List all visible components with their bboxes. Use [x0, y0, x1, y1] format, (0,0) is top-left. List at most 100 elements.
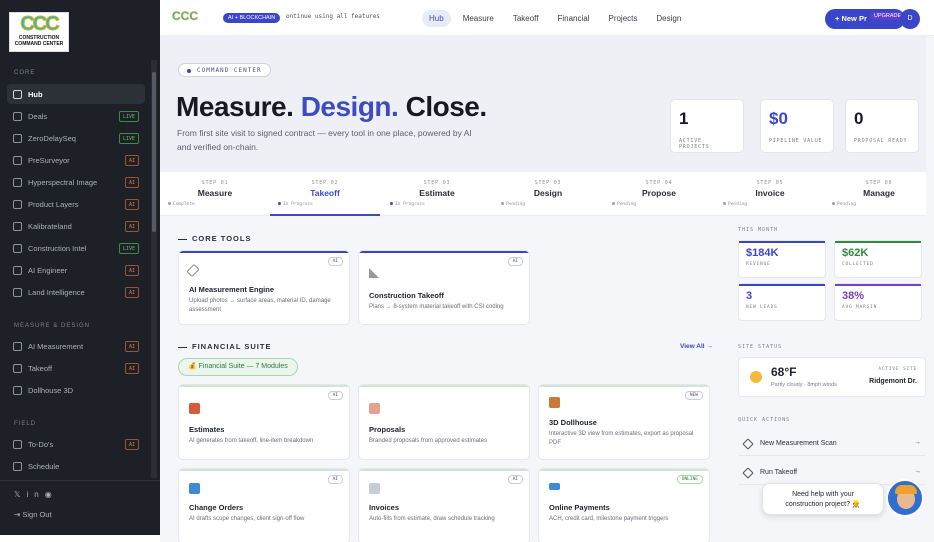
card-title: Invoices — [369, 503, 400, 512]
ai-tag: AI — [327, 475, 343, 484]
linkedin-icon[interactable]: in — [26, 490, 44, 499]
ai-tag: AI — [327, 257, 343, 266]
financial-suite-heading: FINANCIAL SUITE — [178, 342, 271, 351]
card-description: Branded proposals from approved estimate… — [369, 438, 488, 444]
sidebar-item-dollhouse-3d[interactable]: Dollhouse 3D — [7, 380, 145, 400]
sidebar-item-takeoff[interactable]: Takeoff AI — [7, 358, 145, 378]
partly-cloudy-icon — [750, 371, 762, 383]
app-logo[interactable]: CCC CONSTRUCTION COMMAND CENTER — [9, 12, 69, 52]
help-chat-bubble[interactable]: Need help with your construction project… — [762, 483, 884, 515]
arrow-right-icon: → — [914, 439, 921, 446]
card-proposals[interactable]: Proposals Branded proposals from approve… — [358, 384, 530, 460]
step-title: Estimate — [419, 188, 455, 198]
step-measure[interactable]: STEP 01 Measure Complete — [160, 172, 270, 216]
discord-icon[interactable]: ◉ — [45, 490, 58, 499]
main-scrollbar[interactable] — [926, 36, 934, 542]
user-avatar[interactable]: D — [900, 9, 920, 29]
view-all-link[interactable]: View All → — [680, 343, 713, 350]
card-accent-bar — [359, 251, 529, 253]
metric-label: REVENUE — [746, 262, 771, 267]
financial-suite-pill[interactable]: 💰 Financial Suite — 7 Modules — [178, 358, 298, 376]
sidebar-item-kalibrateland[interactable]: Kalibrateland AI — [7, 216, 145, 236]
hero-title-b: Design. — [300, 91, 399, 122]
metric-value: $184K — [746, 247, 779, 259]
sidebar-item-schedule[interactable]: Schedule — [7, 456, 145, 476]
sidebar-item-product-layers[interactable]: Product Layers AI — [7, 194, 145, 214]
assistant-avatar[interactable] — [886, 479, 924, 517]
sidebar-item-todos[interactable]: To-Do's AI — [7, 434, 145, 454]
step-invoice[interactable]: STEP 05 Invoice Pending — [715, 172, 825, 216]
globe-icon — [13, 221, 22, 231]
card-accent-bar — [359, 385, 529, 387]
pin-icon — [13, 155, 22, 165]
topbar-logo[interactable]: CCC — [172, 9, 199, 24]
ai-badge: AI — [124, 221, 139, 232]
card-title: Online Payments — [549, 503, 610, 512]
step-takeoff[interactable]: STEP 02 Takeoff In Progress — [270, 172, 380, 216]
step-manage[interactable]: STEP 06 Manage Pending — [824, 172, 934, 216]
workflow-steps: STEP 01 Measure Complete STEP 02 Takeoff In … — [160, 172, 934, 216]
step-estimate[interactable]: STEP 03 Estimate In Progress — [382, 172, 492, 216]
sidebar-item-ai-measurement[interactable]: AI Measurement AI — [7, 336, 145, 356]
scrollbar-thumb[interactable] — [152, 72, 156, 232]
ai-badge: AI — [124, 439, 139, 450]
ai-tag: AI — [507, 475, 523, 484]
sidebar-item-presurveyor[interactable]: PreSurveyor AI — [7, 150, 145, 170]
step-number: STEP 01 — [201, 180, 229, 186]
metric-label: NEW LEADS — [746, 305, 778, 310]
step-number: STEP 02 — [311, 180, 339, 186]
card-construction-takeoff[interactable]: AI Construction Takeoff Plans → 8-system… — [358, 250, 530, 325]
sidebar-item-hub[interactable]: Hub — [7, 84, 145, 104]
tab-design[interactable]: Design — [649, 10, 688, 27]
card-3d-dollhouse[interactable]: NEW 3D Dollhouse Interactive 3D view fro… — [538, 384, 710, 460]
tab-hub[interactable]: Hub — [422, 10, 451, 27]
sign-out-button[interactable]: ⇥ Sign Out — [14, 510, 52, 519]
card-change-orders[interactable]: AI Change Orders AI drafts scope changes… — [178, 468, 350, 542]
tab-projects[interactable]: Projects — [601, 10, 644, 27]
metric-label: AVG MARGIN — [842, 305, 878, 310]
building-icon — [13, 243, 22, 253]
card-invoices[interactable]: AI Invoices Auto-fills from estimate, dr… — [358, 468, 530, 542]
step-title: Manage — [863, 188, 895, 198]
card-ai-measurement-engine[interactable]: AI AI Measurement Engine Upload photos →… — [178, 250, 350, 325]
sidebar-item-label: Takeoff — [28, 363, 53, 373]
card-estimates[interactable]: AI Estimates AI generates from takeoff, … — [178, 384, 350, 460]
sidebar-section-core: CORE — [14, 70, 36, 76]
sidebar-scrollbar[interactable] — [151, 60, 157, 478]
site-status-label: SITE STATUS — [738, 344, 783, 350]
active-site-label: ACTIVE SITE — [878, 367, 917, 372]
help-line-1: Need help with your — [792, 491, 854, 498]
document-icon — [369, 403, 380, 414]
step-propose[interactable]: STEP 04 Propose Pending — [604, 172, 714, 216]
stat-value: 1 — [679, 109, 689, 128]
step-number: STEP 03 — [534, 180, 562, 186]
card-title: AI Measurement Engine — [189, 285, 275, 294]
help-line-2: construction project? 👷 — [785, 501, 861, 508]
sidebar: CCC CONSTRUCTION COMMAND CENTER CORE Hub… — [0, 0, 160, 535]
card-online-payments[interactable]: ONLINE Online Payments ACH, credit card,… — [538, 468, 710, 542]
checklist-icon — [13, 439, 22, 449]
sidebar-item-label: AI Measurement — [28, 341, 84, 351]
x-icon[interactable]: 𝕏 — [14, 490, 26, 499]
sidebar-item-deals[interactable]: Deals LIVE — [7, 106, 145, 126]
ai-badge: AI — [124, 287, 139, 298]
card-description: Upload photos → surface areas, material … — [189, 298, 331, 313]
sidebar-item-construction-intel[interactable]: Construction Intel LIVE — [7, 238, 145, 258]
step-design[interactable]: STEP 03 Design Pending — [493, 172, 603, 216]
top-bar: CCC AI + BLOCKCHAIN ontinue using all fe… — [160, 0, 934, 36]
sidebar-item-hyperspectral[interactable]: Hyperspectral Image AI — [7, 172, 145, 192]
tab-takeoff[interactable]: Takeoff — [506, 10, 546, 27]
tab-financial[interactable]: Financial — [550, 10, 596, 27]
sidebar-item-zerodelayseq[interactable]: ZeroDelaySeq LIVE — [7, 128, 145, 148]
card-title: Estimates — [189, 425, 225, 434]
sidebar-item-ai-engineer[interactable]: AI Engineer AI — [7, 260, 145, 280]
sidebar-item-label: Kalibrateland — [28, 221, 72, 231]
metric-value: $62K — [842, 247, 869, 259]
card-description: ACH, credit card, milestone payment trig… — [549, 516, 669, 522]
grid-icon — [13, 89, 22, 99]
tab-measure[interactable]: Measure — [456, 10, 501, 27]
step-status: Pending — [612, 202, 636, 207]
sidebar-item-land-intelligence[interactable]: Land Intelligence AI — [7, 282, 145, 302]
online-tag: ONLINE — [676, 475, 703, 484]
quick-action-new-measurement[interactable]: New Measurement Scan → — [738, 432, 926, 456]
